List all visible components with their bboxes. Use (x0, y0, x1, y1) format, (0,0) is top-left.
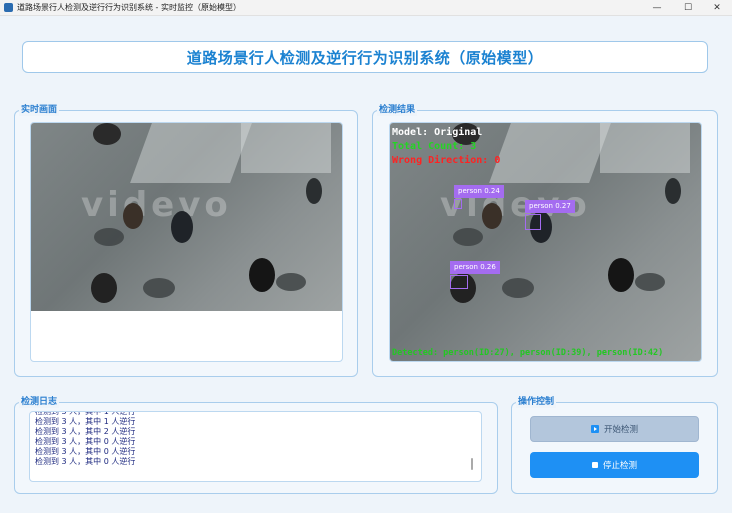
realtime-scene: videvo (31, 123, 342, 311)
detection-label: person 0.27 (525, 200, 575, 213)
overlay-wrong-text: Wrong Direction: 0 (392, 155, 501, 166)
overlay-detected-text: Detected: person(ID:27), person(ID:39), … (392, 348, 664, 358)
detection-box (525, 214, 541, 230)
start-detection-button[interactable]: 开始检测 (530, 416, 699, 442)
maximize-button[interactable]: ☐ (673, 0, 703, 15)
play-icon (590, 425, 599, 433)
result-scene: videvo Model: Original Total Count: 3 Wr… (390, 123, 701, 361)
window-titlebar: 道路场景行人检测及逆行行为识别系统 - 实时监控（原始模型） — ☐ ✕ (0, 0, 732, 16)
page-title: 道路场景行人检测及逆行行为识别系统（原始模型） (186, 48, 544, 67)
start-detection-label: 开始检测 (603, 425, 638, 435)
log-panel-label: 检测日志 (19, 397, 60, 408)
app-icon (4, 3, 13, 12)
stop-detection-button[interactable]: 停止检测 (530, 452, 699, 478)
overlay-total-text: Total Count: 3 (392, 141, 477, 152)
overlay-model-text: Model: Original (392, 127, 483, 138)
realtime-panel-label: 实时画面 (19, 105, 60, 116)
minimize-button[interactable]: — (642, 0, 672, 15)
log-list: 检测到 3 人，其中 1 人逆行 检测到 3 人，其中 1 人逆行 检测到 3 人，… (30, 412, 136, 467)
realtime-video: videvo (30, 122, 343, 362)
result-panel-label: 检测结果 (377, 105, 418, 116)
detection-box (454, 199, 462, 209)
log-line: 检测到 3 人，其中 0 人逆行 (35, 457, 136, 466)
detection-label: person 0.26 (450, 261, 500, 274)
log-textarea[interactable]: 检测到 3 人，其中 1 人逆行 检测到 3 人，其中 1 人逆行 检测到 3 人，… (29, 411, 482, 482)
result-video: videvo Model: Original Total Count: 3 Wr… (389, 122, 702, 362)
log-line: 检测到 3 人，其中 0 人逆行 (35, 437, 136, 446)
log-line: 检测到 3 人，其中 0 人逆行 (35, 447, 136, 456)
detection-label: person 0.24 (454, 185, 504, 198)
stop-detection-label: 停止检测 (602, 461, 637, 471)
detection-box (450, 275, 468, 289)
header-banner: 道路场景行人检测及逆行行为识别系统（原始模型） (22, 41, 708, 73)
watermark: videvo (81, 185, 232, 225)
window-title: 道路场景行人检测及逆行行为识别系统 - 实时监控（原始模型） (17, 3, 241, 12)
log-line: 检测到 3 人，其中 2 人逆行 (35, 427, 136, 436)
control-panel-label: 操作控制 (516, 397, 557, 408)
stop-icon (591, 462, 598, 468)
log-scrollbar[interactable] (471, 458, 473, 470)
close-button[interactable]: ✕ (702, 0, 732, 15)
log-line: 检测到 3 人，其中 1 人逆行 (35, 417, 136, 426)
